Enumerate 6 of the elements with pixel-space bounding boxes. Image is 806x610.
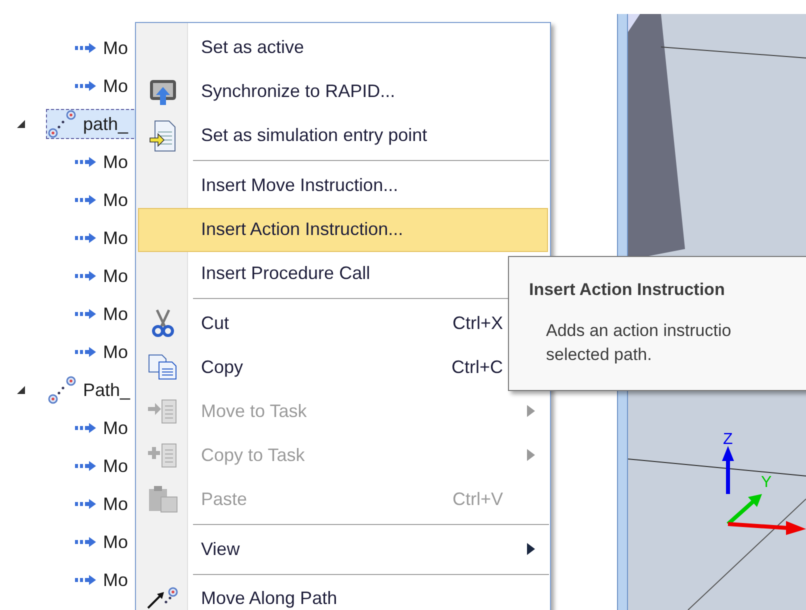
shortcut-label: Ctrl+C: [451, 356, 503, 379]
tooltip-title: Insert Action Instruction: [529, 279, 726, 301]
tooltip-text: Adds an action instructio: [546, 320, 732, 342]
shortcut-label: Ctrl+V: [452, 488, 503, 511]
tooltip-text: selected path.: [546, 344, 653, 366]
shortcut-label: Ctrl+X: [452, 312, 503, 335]
